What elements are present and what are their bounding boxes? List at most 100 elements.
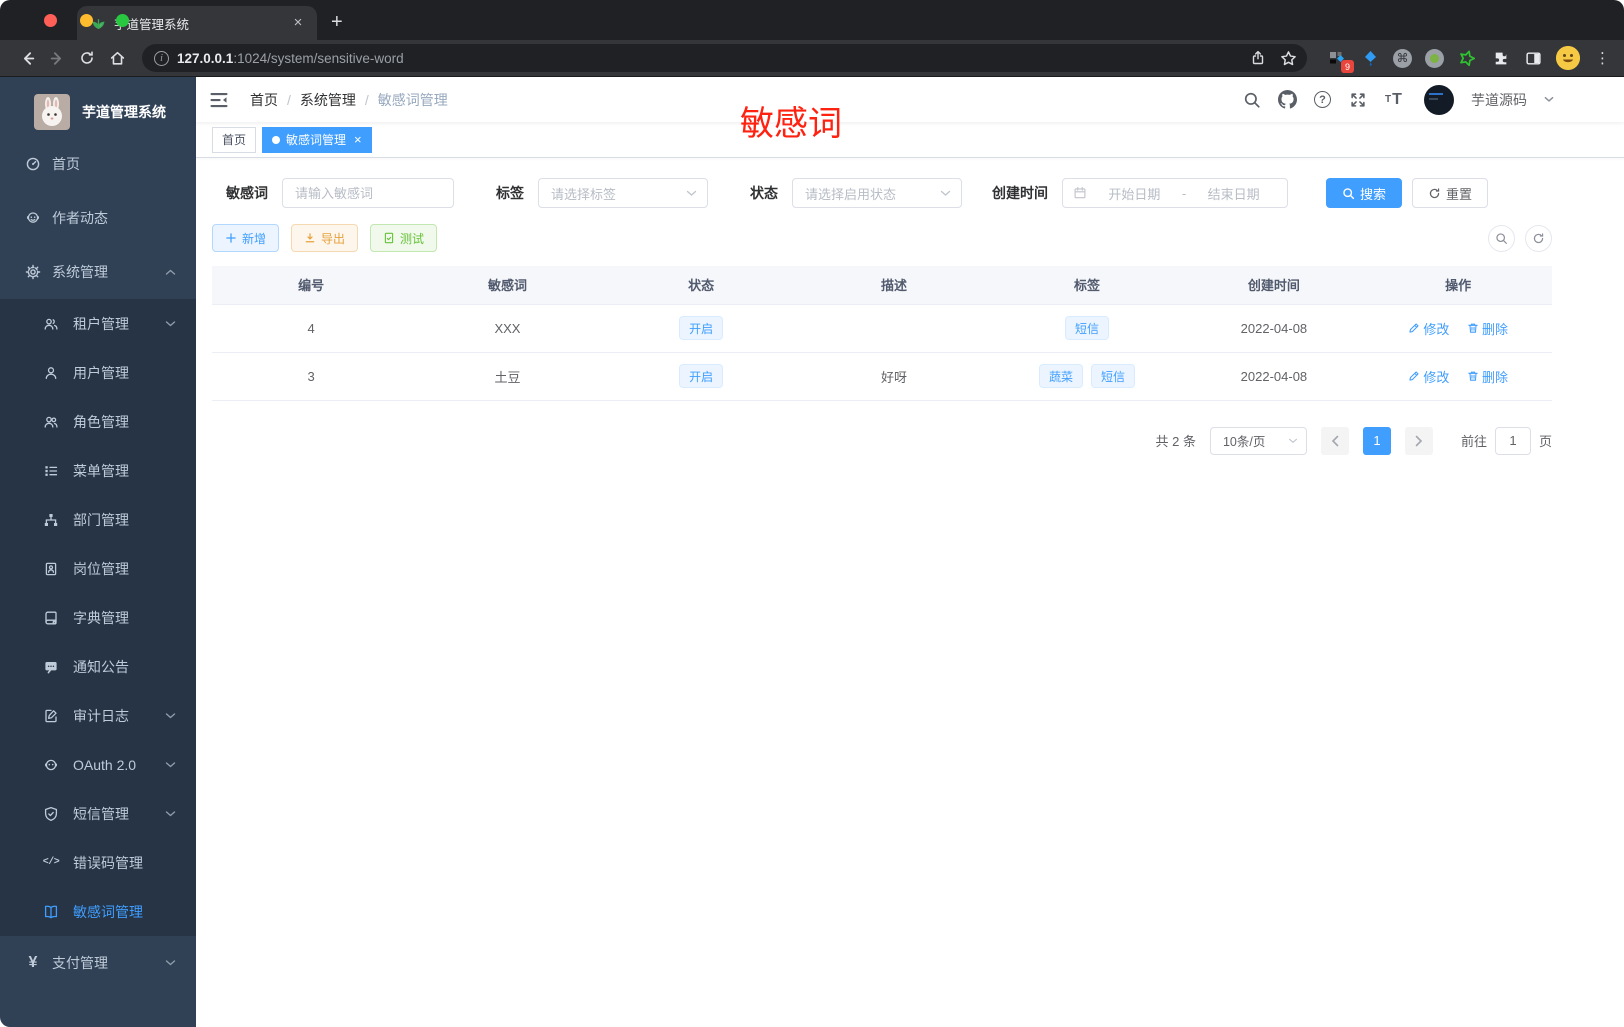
sidebar-item-user[interactable]: 用户管理 [0, 348, 196, 397]
date-range-picker[interactable]: 开始日期 - 结束日期 [1062, 178, 1288, 208]
kite-extension-icon[interactable] [1360, 48, 1380, 68]
sidebar-item-oauth[interactable]: OAuth 2.0 [0, 740, 196, 789]
new-tab-button[interactable]: + [331, 11, 343, 34]
error-code-icon: </> [42, 857, 60, 868]
sidebar-item-notice[interactable]: 通知公告 [0, 642, 196, 691]
share-icon[interactable] [1250, 50, 1266, 66]
sidebar-item-tenant[interactable]: 租户管理 [0, 299, 196, 348]
col-actions: 操作 [1364, 266, 1552, 304]
sidebar-item-home[interactable]: 首页 [0, 137, 196, 191]
sidebar-item-post[interactable]: 岗位管理 [0, 544, 196, 593]
sidebar-item-sensitive-word[interactable]: 敏感词管理 [0, 887, 196, 936]
reset-button[interactable]: 重置 [1412, 178, 1489, 208]
minimize-window-button[interactable] [80, 14, 93, 27]
cell-description: 好呀 [797, 352, 991, 401]
sidebar-item-author-news[interactable]: 作者动态 [0, 191, 196, 245]
refresh-table-button[interactable] [1525, 224, 1552, 252]
bookmark-star-icon[interactable] [1280, 50, 1297, 67]
profile-avatar-icon[interactable] [1556, 46, 1580, 70]
recorder-extension-icon[interactable] [1425, 48, 1444, 68]
sidebar-item-menu[interactable]: 菜单管理 [0, 446, 196, 495]
chevron-down-icon [165, 712, 176, 719]
sidebar-item-audit-log[interactable]: 审计日志 [0, 691, 196, 740]
sidebar-item-label: 部门管理 [73, 511, 129, 528]
cell-create-time: 2022-04-08 [1183, 303, 1365, 353]
close-window-button[interactable] [44, 14, 57, 27]
sidebar-item-pay[interactable]: ¥ 支付管理 [0, 936, 196, 990]
sidebar-item-error-code[interactable]: </> 错误码管理 [0, 838, 196, 887]
sidebar-item-label: 支付管理 [52, 955, 108, 971]
site-info-icon[interactable]: i [154, 50, 169, 66]
tab-sensitive-word[interactable]: 敏感词管理 × [262, 126, 372, 153]
cell-description [797, 303, 991, 353]
user-avatar[interactable] [1424, 84, 1454, 115]
status-select[interactable]: 请选择启用状态 [792, 178, 962, 208]
sidebar-item-sms[interactable]: 短信管理 [0, 789, 196, 838]
delete-link[interactable]: 删除 [1467, 319, 1508, 338]
pay-icon: ¥ [28, 954, 38, 971]
delete-link[interactable]: 删除 [1467, 367, 1508, 386]
green-star-extension-icon[interactable] [1457, 48, 1477, 68]
browser-menu-icon[interactable]: ⋮ [1595, 49, 1610, 67]
cell-id: 4 [212, 303, 411, 353]
sidebar-item-label: OAuth 2.0 [73, 756, 137, 773]
zoom-window-button[interactable] [116, 14, 129, 27]
tag-select[interactable]: 请选择标签 [538, 178, 708, 208]
cell-word: XXX [410, 303, 605, 353]
tag-label: 标签 [496, 185, 524, 201]
table-row: 3 土豆 开启 好呀 蔬菜 短信 2022-04-08 修改 删除 [212, 352, 1552, 401]
table-row: 4 XXX 开启 短信 2022-04-08 修改 删除 [212, 303, 1552, 353]
prev-page-button[interactable] [1320, 426, 1349, 455]
export-button[interactable]: 导出 [291, 224, 359, 252]
end-date-placeholder: 结束日期 [1207, 186, 1260, 202]
toggle-search-button[interactable] [1488, 224, 1515, 252]
search-icon[interactable] [1242, 90, 1261, 109]
command-extension-icon[interactable]: ⌘ [1393, 48, 1412, 68]
page-number-button[interactable]: 1 [1362, 426, 1391, 455]
extensions-puzzle-icon[interactable] [1490, 48, 1510, 68]
navbar-actions: ? TT 芋道源码 [1242, 84, 1554, 115]
test-button[interactable]: 测试 [370, 224, 438, 252]
tab-close-icon[interactable]: × [289, 14, 307, 32]
breadcrumb-separator: / [364, 91, 369, 108]
breadcrumb-home[interactable]: 首页 [250, 90, 278, 110]
sidebar-item-label: 系统管理 [52, 264, 108, 280]
tab-home[interactable]: 首页 [212, 126, 257, 153]
sidebar-item-dept[interactable]: 部门管理 [0, 495, 196, 544]
sidebar-item-role[interactable]: 角色管理 [0, 397, 196, 446]
sidebar-item-dict[interactable]: 字典管理 [0, 593, 196, 642]
keyword-input[interactable] [282, 178, 454, 208]
chevron-down-icon [940, 190, 951, 197]
breadcrumb-separator: / [287, 91, 291, 108]
side-panel-icon[interactable] [1523, 48, 1543, 68]
help-icon[interactable]: ? [1314, 91, 1331, 108]
sidebar-collapse-icon[interactable] [208, 89, 230, 111]
edit-link[interactable]: 修改 [1408, 319, 1449, 338]
chevron-up-icon [165, 269, 176, 276]
back-button[interactable] [14, 45, 40, 71]
sidebar-logo[interactable]: 芋道管理系统 [0, 87, 196, 137]
trash-icon [1468, 323, 1478, 333]
home-button[interactable] [104, 45, 130, 71]
goto-page-input[interactable] [1494, 426, 1531, 455]
url-bar[interactable]: i 127.0.0.1:1024/system/sensitive-word [142, 44, 1307, 72]
next-page-button[interactable] [1404, 426, 1433, 455]
calendar-icon [1073, 186, 1087, 200]
username[interactable]: 芋道源码 [1471, 90, 1527, 110]
fullscreen-icon[interactable] [1348, 90, 1367, 109]
refresh-icon [1429, 187, 1440, 198]
tab-close-icon[interactable]: × [354, 132, 362, 147]
user-menu-caret-icon[interactable] [1544, 96, 1554, 103]
search-button[interactable]: 搜索 [1326, 178, 1403, 208]
font-size-icon[interactable]: TT [1384, 90, 1403, 109]
sidebar-item-system[interactable]: 系统管理 [0, 245, 196, 299]
github-icon[interactable] [1278, 90, 1297, 109]
forward-button[interactable] [44, 45, 70, 71]
breadcrumb-system[interactable]: 系统管理 [300, 90, 356, 110]
extension-badge-icon[interactable]: 9 [1327, 48, 1354, 73]
edit-link[interactable]: 修改 [1408, 367, 1449, 386]
add-button[interactable]: 新增 [212, 224, 280, 252]
reload-button[interactable] [74, 45, 100, 71]
page-size-select[interactable]: 10条/页 [1209, 426, 1307, 455]
chevron-down-icon [165, 320, 176, 327]
